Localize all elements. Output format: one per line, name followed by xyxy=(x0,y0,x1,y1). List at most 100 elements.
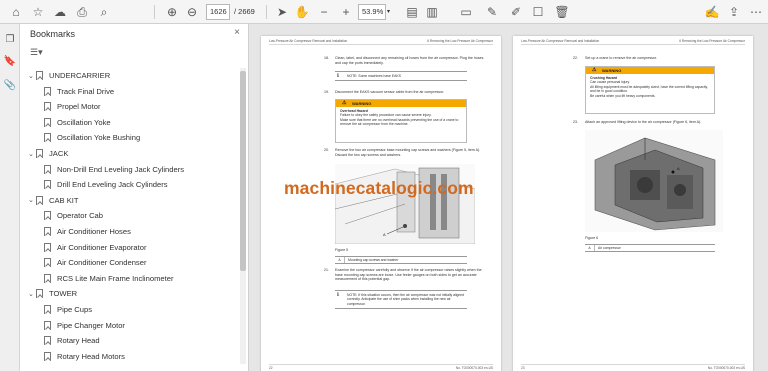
zoom-level-select[interactable]: 53.9% xyxy=(358,4,386,20)
fit-page-icon[interactable]: ▤ xyxy=(404,4,420,20)
bookmark-item[interactable]: Air Conditioner Condenser xyxy=(44,255,147,270)
header-right-text: 6 Removing the Low-Pressure Air Compress… xyxy=(427,39,493,43)
bookmark-group[interactable]: ⌄ TOWER xyxy=(28,286,77,301)
draw-icon[interactable]: ✐ xyxy=(508,4,524,20)
search-icon[interactable]: ⌕ xyxy=(96,4,112,20)
scrollbar-thumb[interactable] xyxy=(240,71,246,271)
bookmark-item[interactable]: Rotary Head xyxy=(44,333,100,348)
figure-legend: A Air compressor xyxy=(585,244,715,252)
more-icon[interactable]: ⋯ xyxy=(748,4,764,20)
bookmark-item[interactable]: Pipe Cups xyxy=(44,302,92,317)
figure-5-drawing: A xyxy=(335,167,475,244)
share-icon[interactable]: ⇪ xyxy=(726,4,742,20)
step-number: 23. xyxy=(573,120,578,124)
close-icon[interactable]: × xyxy=(234,27,240,38)
panel-title: Bookmarks xyxy=(30,29,76,39)
panel-scrollbar[interactable] xyxy=(240,68,246,364)
erase-icon[interactable]: 🗑 xyxy=(554,4,570,20)
scroll-mode-icon[interactable]: ▥ xyxy=(424,4,440,20)
options-menu-icon[interactable]: ☰▾ xyxy=(30,47,43,61)
bookmark-item[interactable]: Track Final Drive xyxy=(44,84,114,99)
bookmark-icon xyxy=(44,242,51,252)
bookmark-icon xyxy=(44,227,51,236)
bookmark-icon xyxy=(36,289,43,299)
hand-icon[interactable]: ✋ xyxy=(294,4,310,20)
bookmark-item[interactable]: Propel Motor xyxy=(44,99,100,114)
warning-text: All lifting equipment must be adequately… xyxy=(590,84,708,94)
cloud-upload-icon[interactable]: ☁ xyxy=(52,4,68,20)
note-text: NOTE: Some machines have EAKS xyxy=(347,74,401,78)
bookmark-label: Operator Cab xyxy=(57,211,104,221)
figure-label: Figure 6 xyxy=(585,236,599,240)
step-number: 18. xyxy=(324,56,329,60)
bookmark-item[interactable]: RCS Lite Main Frame Inclinometer xyxy=(44,271,173,286)
bookmark-label: UNDERCARRIER xyxy=(49,71,111,80)
stamp-icon[interactable]: ☐ xyxy=(530,4,546,20)
step-number: 19. xyxy=(324,90,329,94)
print-icon[interactable]: ⎙ xyxy=(74,4,90,20)
legend-key: A xyxy=(335,257,345,263)
bookmark-group[interactable]: ⌄ JACK xyxy=(28,146,68,161)
bookmark-icon xyxy=(44,211,51,221)
bookmark-item[interactable]: Oscillation Yoke Bushing xyxy=(44,130,140,145)
toolbar-separator xyxy=(154,5,155,19)
bookmark-item[interactable]: Air Conditioner Hoses xyxy=(44,224,131,239)
bookmark-icon xyxy=(36,149,43,158)
arrow-up-icon[interactable]: ⊕ xyxy=(164,4,180,20)
chevron-down-icon[interactable]: ⌄ xyxy=(28,196,36,204)
bookmarks-panel: Bookmarks × ☰▾ ⌄ UNDERCARRIER Track Final … xyxy=(20,24,249,371)
home-icon[interactable]: ⌂ xyxy=(8,4,24,20)
star-icon[interactable]: ☆ xyxy=(30,4,46,20)
step-text: Disconnect the EAKS vacuum sensor cable … xyxy=(335,90,445,94)
bookmark-item[interactable]: Operator Cab xyxy=(44,208,103,223)
bookmark-label: Non-Drill End Leveling Jack Cylinders xyxy=(57,164,185,174)
pages-icon[interactable]: ❐ xyxy=(3,32,17,46)
figure-label: Figure 5 xyxy=(335,248,349,252)
bookmark-item[interactable]: Oscillation Yoke xyxy=(44,115,111,130)
header-right-text: 6 Removing the Low-Pressure Air Compress… xyxy=(679,39,745,43)
bookmark-item[interactable]: Pipe Changer Motor xyxy=(44,318,125,333)
attachment-icon[interactable]: 📎 xyxy=(3,78,17,92)
pointer-icon[interactable]: ➤ xyxy=(274,4,290,20)
bookmark-label: Rotary Head Motors xyxy=(57,351,125,361)
bookmark-icon xyxy=(36,71,43,80)
chevron-down-icon[interactable]: ⌄ xyxy=(28,150,36,158)
comment-icon[interactable]: ▭ xyxy=(458,4,474,20)
bookmark-icon xyxy=(44,320,51,330)
navigation-rail: ❐ 🔖 📎 xyxy=(0,24,20,371)
warning-title: WARNING xyxy=(336,100,466,107)
step-number: 21. xyxy=(324,268,329,272)
highlight-icon[interactable]: ✎ xyxy=(484,4,500,20)
bookmark-label: Propel Motor xyxy=(57,102,101,112)
bookmark-label: Air Conditioner Condenser xyxy=(57,258,147,268)
bookmark-icon xyxy=(36,195,43,205)
note-box: NOTE: Some machines have EAKS xyxy=(335,71,467,82)
bookmark-label: Pipe Cups xyxy=(57,305,93,314)
bookmark-item[interactable]: Drill End Leveling Jack Cylinders xyxy=(44,177,168,192)
arrow-down-icon[interactable]: ⊖ xyxy=(184,4,200,20)
page-number-input[interactable]: 1626 xyxy=(206,4,230,20)
chevron-down-icon[interactable]: ⌄ xyxy=(28,290,36,298)
step-text: Examine the compressor carefully and obs… xyxy=(335,268,482,282)
toolbar-separator xyxy=(266,5,267,19)
footer-page-number: 23 xyxy=(521,366,525,370)
step-number: 22. xyxy=(573,56,578,60)
warning-box: WARNING Crushing Hazard Can cause person… xyxy=(585,66,715,114)
figure-6-drawing: A xyxy=(585,130,723,232)
bookmark-icon[interactable]: 🔖 xyxy=(3,54,17,68)
bookmark-group[interactable]: ⌄ CAB KIT xyxy=(28,193,79,208)
sign-icon[interactable]: ✍ xyxy=(704,4,720,20)
watermark-text: machinecatalogic.com xyxy=(284,178,474,198)
bookmark-group[interactable]: ⌄ UNDERCARRIER xyxy=(28,68,110,83)
zoom-out-icon[interactable]: − xyxy=(316,4,332,20)
bookmark-item[interactable]: Air Conditioner Evaporator xyxy=(44,240,146,255)
bookmark-label: CAB KIT xyxy=(49,195,79,205)
bookmark-item[interactable]: Non-Drill End Leveling Jack Cylinders xyxy=(44,162,184,177)
chevron-down-icon[interactable]: ▾ xyxy=(387,4,390,20)
page-footer: 22 No. TO000070-003 en-US xyxy=(269,364,493,370)
bookmark-item[interactable]: Rotary Head Motors xyxy=(44,349,125,364)
chevron-down-icon[interactable]: ⌄ xyxy=(28,72,36,80)
bookmark-icon xyxy=(44,336,51,346)
bookmark-icon xyxy=(44,117,51,127)
zoom-in-icon[interactable]: + xyxy=(338,4,354,20)
